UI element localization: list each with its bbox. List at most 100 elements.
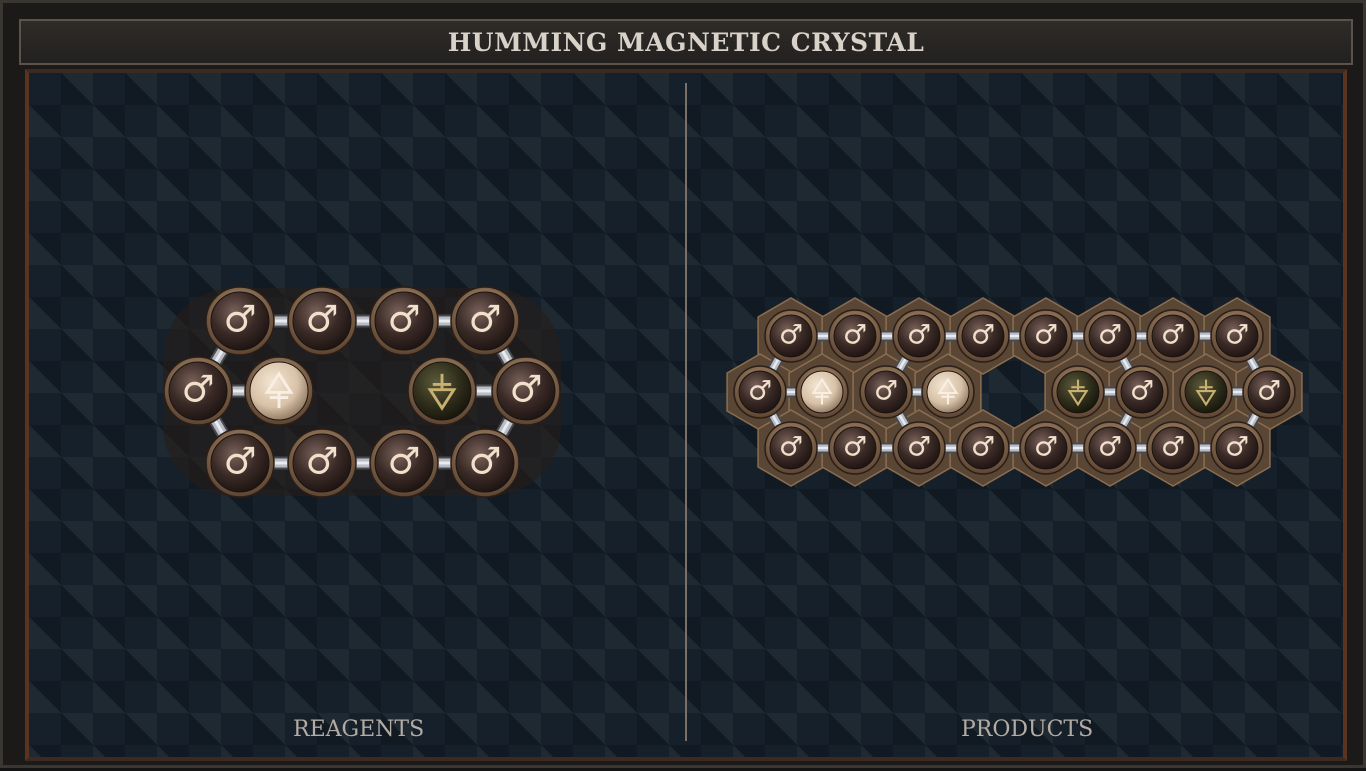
atom-mars[interactable]: ♂ (764, 309, 818, 363)
mars-symbol-icon: ♂ (305, 440, 338, 483)
atom-salt_down[interactable] (407, 356, 477, 426)
atom-mars[interactable]: ♂ (1146, 309, 1200, 363)
atom-mars[interactable]: ♂ (491, 356, 561, 426)
atom-mars[interactable]: ♂ (1019, 421, 1073, 475)
mars-symbol-icon: ♂ (223, 440, 256, 483)
mars-symbol-icon: ♂ (1161, 432, 1185, 463)
mars-symbol-icon: ♂ (874, 376, 898, 407)
svg-text:♂: ♂ (1225, 432, 1249, 463)
atom-mars[interactable]: ♂ (733, 365, 787, 419)
atom-mars[interactable]: ♂ (1210, 309, 1264, 363)
mars-symbol-icon: ♂ (1225, 432, 1249, 463)
atom-salt_down[interactable] (1051, 365, 1105, 419)
svg-text:♂: ♂ (305, 298, 338, 341)
mars-symbol-icon: ♂ (843, 320, 867, 351)
svg-text:♂: ♂ (1225, 320, 1249, 351)
svg-text:♂: ♂ (1034, 432, 1058, 463)
svg-text:♂: ♂ (1161, 432, 1185, 463)
svg-text:♂: ♂ (843, 432, 867, 463)
atom-mars[interactable]: ♂ (764, 421, 818, 475)
atom-mars[interactable]: ♂ (450, 428, 520, 498)
reagent-molecule: ♂ ♂ ♂ ♂♂ ♂♂ ♂ ♂ ♂ (163, 286, 561, 498)
atom-mars[interactable]: ♂ (369, 286, 439, 356)
mars-symbol-icon: ♂ (181, 368, 214, 411)
mars-symbol-icon: ♂ (907, 320, 931, 351)
atom-mars[interactable]: ♂ (828, 421, 882, 475)
atom-mars[interactable]: ♂ (450, 286, 520, 356)
mars-symbol-icon: ♂ (1098, 320, 1122, 351)
atom-mars[interactable]: ♂ (1210, 421, 1264, 475)
mars-symbol-icon: ♂ (907, 432, 931, 463)
products-label: PRODUCTS (961, 717, 1094, 742)
atom-mars[interactable]: ♂ (892, 309, 946, 363)
svg-text:♂: ♂ (874, 376, 898, 407)
mars-symbol-icon: ♂ (468, 440, 501, 483)
svg-text:♂: ♂ (1130, 376, 1154, 407)
svg-text:♂: ♂ (1257, 376, 1281, 407)
svg-text:♂: ♂ (971, 432, 995, 463)
atom-mars[interactable]: ♂ (956, 421, 1010, 475)
mars-symbol-icon: ♂ (468, 298, 501, 341)
mars-symbol-icon: ♂ (1098, 432, 1122, 463)
atom-mars[interactable]: ♂ (859, 365, 913, 419)
svg-text:♂: ♂ (181, 368, 214, 411)
atom-mars[interactable]: ♂ (1083, 309, 1137, 363)
atom-mars[interactable]: ♂ (892, 421, 946, 475)
mars-symbol-icon: ♂ (779, 432, 803, 463)
mars-symbol-icon: ♂ (387, 440, 420, 483)
mars-symbol-icon: ♂ (843, 432, 867, 463)
atom-salt_up[interactable] (921, 365, 975, 419)
mars-symbol-icon: ♂ (1257, 376, 1281, 407)
reagents-label: REAGENTS (293, 717, 425, 742)
svg-text:♂: ♂ (1161, 320, 1185, 351)
atom-mars[interactable]: ♂ (1083, 421, 1137, 475)
mars-symbol-icon: ♂ (223, 298, 256, 341)
atom-mars[interactable]: ♂ (1115, 365, 1169, 419)
mars-symbol-icon: ♂ (971, 320, 995, 351)
svg-text:♂: ♂ (387, 440, 420, 483)
mars-symbol-icon: ♂ (1130, 376, 1154, 407)
atom-salt_down[interactable] (1179, 365, 1233, 419)
mars-symbol-icon: ♂ (1034, 320, 1058, 351)
atom-salt_up[interactable] (244, 356, 314, 426)
atom-mars[interactable]: ♂ (369, 428, 439, 498)
svg-text:♂: ♂ (907, 320, 931, 351)
molecule-canvas: ♂ ♂ ♂ ♂♂ ♂♂ ♂ ♂ ♂ ♂ ♂ ♂ ♂ ♂ ♂ ♂ ♂♂ ♂ ♂ ♂♂ ♂ ♂ ♂ ♂ ♂ ♂ ♂ (163, 286, 1303, 498)
svg-text:♂: ♂ (468, 298, 501, 341)
product-molecule: ♂ ♂ ♂ ♂ ♂ ♂ ♂ ♂♂ ♂ ♂ ♂♂ ♂ ♂ ♂ ♂ ♂ ♂ ♂ (726, 297, 1303, 487)
atom-mars[interactable]: ♂ (1242, 365, 1296, 419)
mars-symbol-icon: ♂ (509, 368, 542, 411)
atom-mars[interactable]: ♂ (287, 428, 357, 498)
atom-mars[interactable]: ♂ (1146, 421, 1200, 475)
svg-text:♂: ♂ (843, 320, 867, 351)
mars-symbol-icon: ♂ (387, 298, 420, 341)
atom-mars[interactable]: ♂ (1019, 309, 1073, 363)
svg-text:♂: ♂ (305, 440, 338, 483)
svg-text:♂: ♂ (971, 320, 995, 351)
atom-mars[interactable]: ♂ (205, 428, 275, 498)
svg-text:♂: ♂ (387, 298, 420, 341)
atom-mars[interactable]: ♂ (205, 286, 275, 356)
svg-text:♂: ♂ (1098, 432, 1122, 463)
mars-symbol-icon: ♂ (1225, 320, 1249, 351)
mars-symbol-icon: ♂ (971, 432, 995, 463)
mars-symbol-icon: ♂ (305, 298, 338, 341)
atom-mars[interactable]: ♂ (956, 309, 1010, 363)
atom-mars[interactable]: ♂ (163, 356, 233, 426)
svg-text:♂: ♂ (223, 298, 256, 341)
atom-mars[interactable]: ♂ (828, 309, 882, 363)
svg-text:♂: ♂ (779, 432, 803, 463)
atom-salt_up[interactable] (795, 365, 849, 419)
svg-text:♂: ♂ (907, 432, 931, 463)
svg-text:♂: ♂ (779, 320, 803, 351)
svg-text:♂: ♂ (1034, 320, 1058, 351)
game-window: HUMMING MAGNETIC CRYSTAL ♂ ♂ ♂ ♂ ♂ ♂ ♂ ♂… (0, 0, 1366, 768)
svg-text:♂: ♂ (509, 368, 542, 411)
mars-symbol-icon: ♂ (779, 320, 803, 351)
mars-symbol-icon: ♂ (1161, 320, 1185, 351)
mars-symbol-icon: ♂ (1034, 432, 1058, 463)
atom-mars[interactable]: ♂ (287, 286, 357, 356)
svg-text:♂: ♂ (468, 440, 501, 483)
mars-symbol-icon: ♂ (748, 376, 772, 407)
svg-text:♂: ♂ (1098, 320, 1122, 351)
